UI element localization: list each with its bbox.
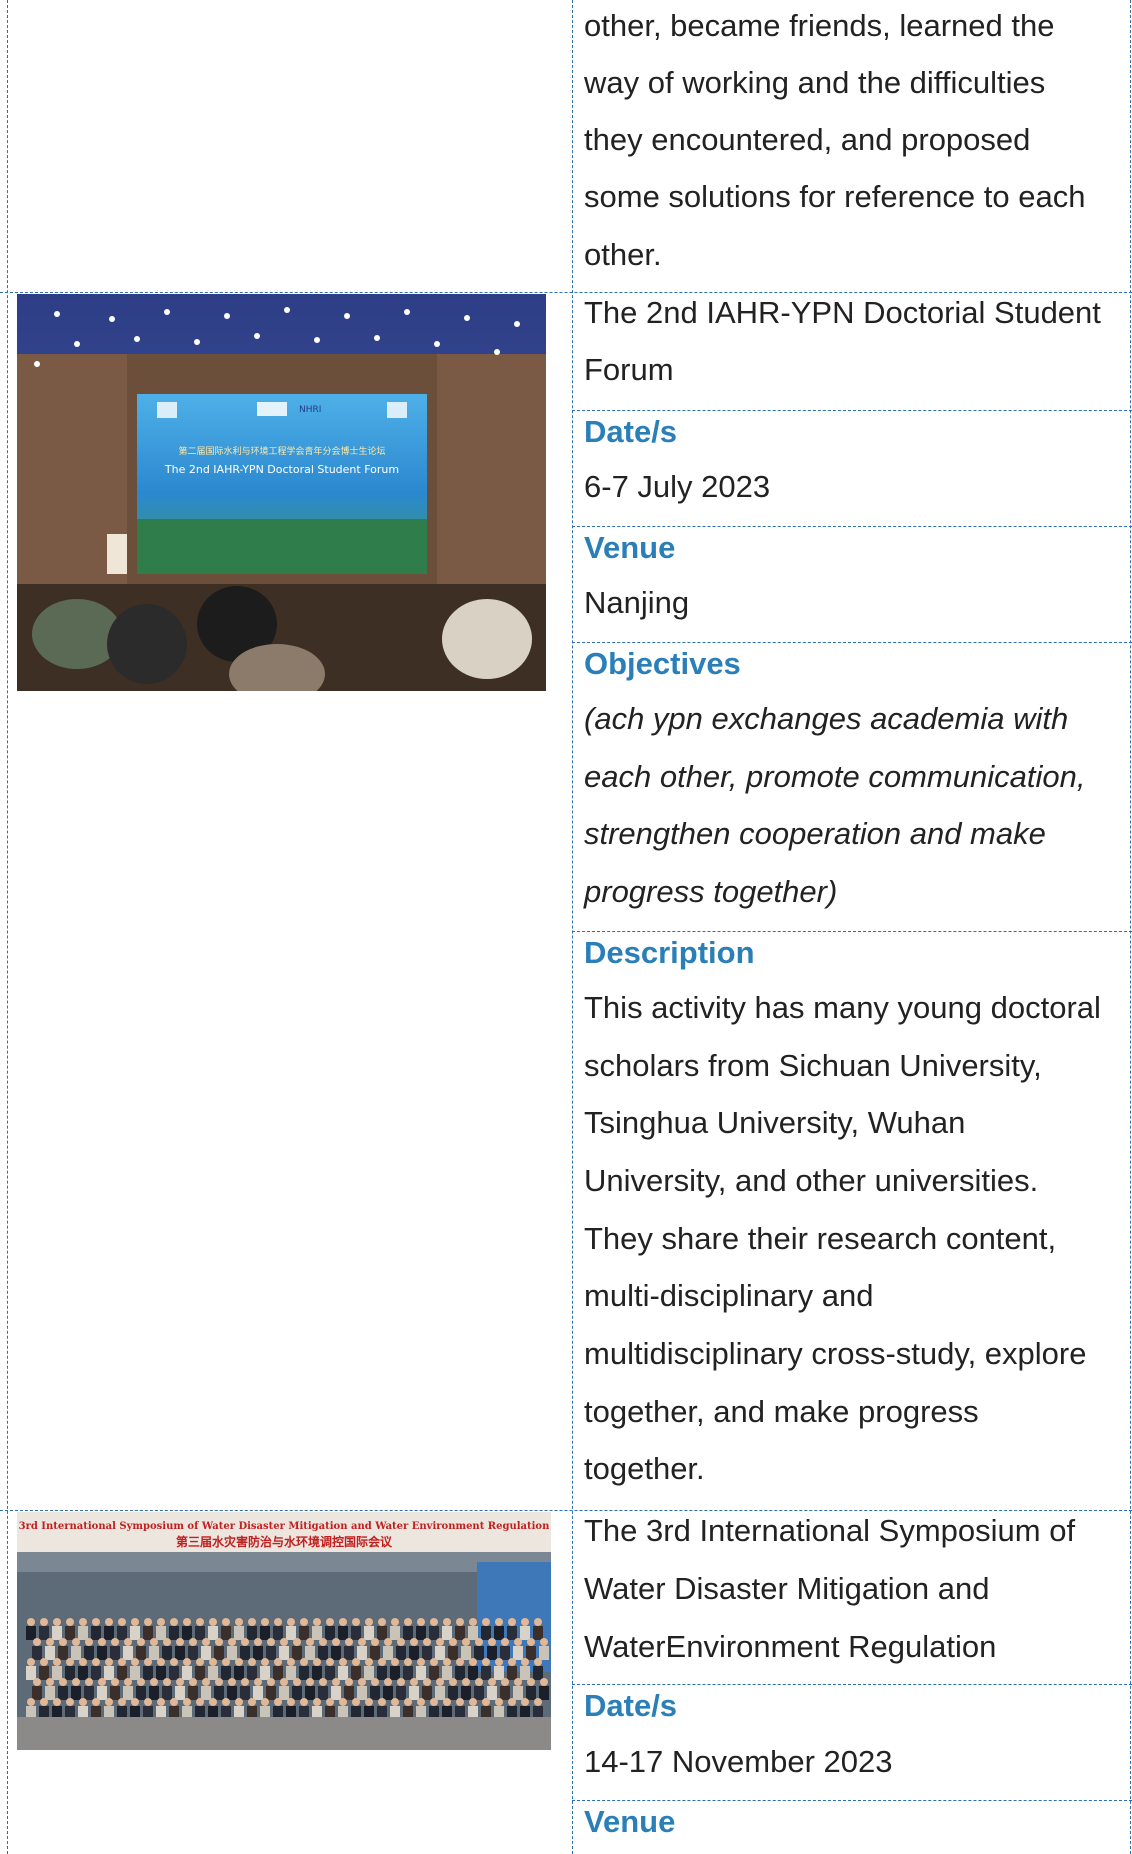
event-title-line: Forum [584,352,674,387]
screen-title-cn: 第二届国际水利与环境工程学会青年分会博士生论坛 [178,445,385,457]
symposium-group-photo: 3rd International Symposium of Water Dis… [17,1512,551,1750]
date-value: 14-17 November 2023 [584,1744,893,1779]
description-line: Tsinghua University, Wuhan [584,1105,966,1140]
date-label: Date/s [584,1688,678,1723]
venue-label: Venue [584,530,676,565]
objectives-line: strengthen cooperation and make [584,816,1046,851]
description-line: multi-disciplinary and [584,1278,874,1313]
banner-english: 3rd International Symposium of Water Dis… [19,1521,550,1532]
description-line: together. [584,1451,705,1486]
objectives-line: (ach ypn exchanges academia with [584,701,1069,736]
banner-chinese: 第三届水灾害防治与水环境调控国际会议 [176,1534,393,1549]
document-page: other, became friends, learned the way o… [0,0,1132,1854]
objectives-label: Objectives [584,646,741,681]
objectives-line: progress together) [584,874,838,909]
date-label: Date/s [584,414,678,449]
continued-line: other. [584,237,662,272]
continued-line: they encountered, and proposed [584,122,1031,157]
screen-title-en: The 2nd IAHR-YPN Doctoral Student Forum [164,463,399,476]
event-title-line: Water Disaster Mitigation and [584,1571,990,1606]
continued-line: other, became friends, learned the [584,8,1055,43]
date-value: 6-7 July 2023 [584,469,771,504]
objectives-line: each other, promote communication, [584,759,1086,794]
event-title-line: The 3rd International Symposium of [584,1513,1076,1548]
event-title-line: WaterEnvironment Regulation [584,1629,997,1664]
description-line: This activity has many young doctoral [584,990,1101,1025]
description-line: They share their research content, [584,1221,1057,1256]
table-left-border [7,0,8,1854]
continued-line: some solutions for reference to each [584,179,1086,214]
description-line: scholars from Sichuan University, [584,1048,1042,1083]
description-line: together, and make progress [584,1394,979,1429]
description-line: University, and other universities. [584,1163,1039,1198]
continued-line: way of working and the difficulties [584,65,1046,100]
description-label: Description [584,935,755,970]
description-line: multidisciplinary cross-study, explore [584,1336,1087,1371]
event-title-line: The 2nd IAHR-YPN Doctorial Student [584,295,1101,330]
forum-photo: 第二届国际水利与环境工程学会青年分会博士生论坛 The 2nd IAHR-YPN… [17,294,546,691]
venue-value: Nanjing [584,585,690,620]
table-column-divider [572,0,573,1854]
screen-logo: NHRI [299,405,321,415]
table-right-border [1130,0,1131,1854]
venue-label: Venue [584,1804,676,1839]
